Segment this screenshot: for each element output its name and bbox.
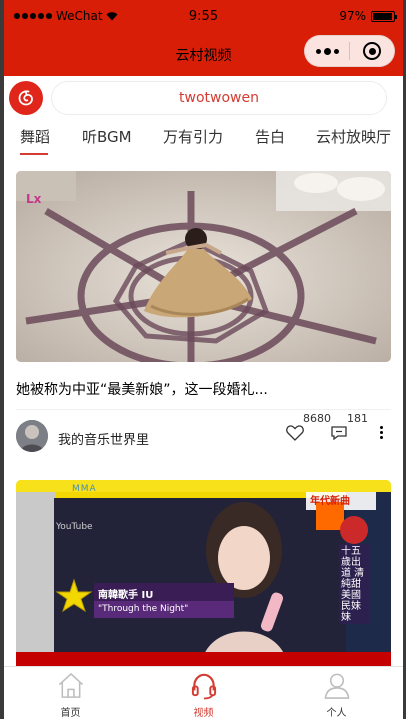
- tab-dance[interactable]: 舞蹈: [20, 126, 50, 147]
- channel-logo: MMA: [72, 484, 97, 494]
- tab-label-profile: 个人: [326, 708, 347, 719]
- battery-icon: [371, 10, 397, 22]
- tab-gravity[interactable]: 万有引力: [163, 126, 223, 147]
- tab-cinema[interactable]: 云村放映厅: [316, 126, 391, 147]
- battery-percent: 97%: [339, 9, 366, 23]
- more-options-icon[interactable]: [380, 426, 384, 439]
- close-miniprogram-button[interactable]: [350, 36, 394, 66]
- status-right: 97%: [339, 9, 397, 23]
- nav-bar: 云村视频: [4, 30, 403, 76]
- active-tab-indicator: [20, 153, 48, 155]
- divider: [16, 409, 391, 410]
- person-icon: [324, 673, 349, 699]
- target-icon: [363, 42, 381, 60]
- search-row: twotwowen: [4, 76, 403, 120]
- vertical-caption: 十五歲出道 清純甜美國民妹妹: [341, 546, 365, 623]
- iu-performance-image: [16, 480, 391, 666]
- tab-bgm[interactable]: 听BGM: [82, 126, 132, 147]
- phone-screen: WeChat 9:55 97% 云村视频 twotwowen 舞蹈 听BGM 万…: [4, 0, 403, 719]
- tab-profile[interactable]: 个人: [270, 667, 403, 719]
- search-input[interactable]: twotwowen: [51, 81, 387, 115]
- corner-tag: 年代新曲: [310, 496, 350, 507]
- caption-name: 南韓歌手 IU: [98, 590, 154, 601]
- category-tabs: 舞蹈 听BGM 万有引力 告白 云村放映厅: [4, 120, 403, 156]
- video-thumbnail-wedding-dance[interactable]: Lx: [16, 171, 391, 362]
- video-title[interactable]: 她被称为中亚“最美新娘”，这一段婚礼...: [16, 379, 268, 399]
- author-avatar[interactable]: [16, 420, 48, 452]
- tab-confession[interactable]: 告白: [255, 126, 285, 147]
- netease-music-logo-icon[interactable]: [9, 81, 43, 115]
- miniprogram-capsule: [304, 35, 395, 67]
- caption-song: "Through the Night": [98, 604, 189, 614]
- more-menu-button[interactable]: [305, 36, 349, 66]
- heart-icon[interactable]: [286, 425, 304, 441]
- home-icon: [58, 673, 83, 698]
- status-bar: WeChat 9:55 97%: [4, 0, 403, 30]
- bottom-tab-bar: 首页 视频 个人: [4, 666, 403, 719]
- headphones-icon: [191, 673, 216, 700]
- tab-video[interactable]: 视频: [137, 667, 270, 719]
- comment-icon[interactable]: [330, 425, 348, 441]
- svg-text:Lx: Lx: [26, 192, 42, 206]
- tab-label-home: 首页: [60, 708, 81, 719]
- author-name[interactable]: 我的音乐世界里: [58, 429, 149, 448]
- watermark: YouTube: [56, 522, 93, 532]
- tab-label-video: 视频: [193, 708, 214, 719]
- video-thumbnail-iu[interactable]: 年代新曲 MMA YouTube 十五歲出道 清純甜美國民妹妹 南韓歌手 IU …: [16, 480, 391, 666]
- wedding-dance-image: Lx: [16, 171, 391, 362]
- like-count: 8680: [303, 412, 331, 425]
- tab-home[interactable]: 首页: [4, 667, 137, 719]
- comment-count: 181: [347, 412, 368, 425]
